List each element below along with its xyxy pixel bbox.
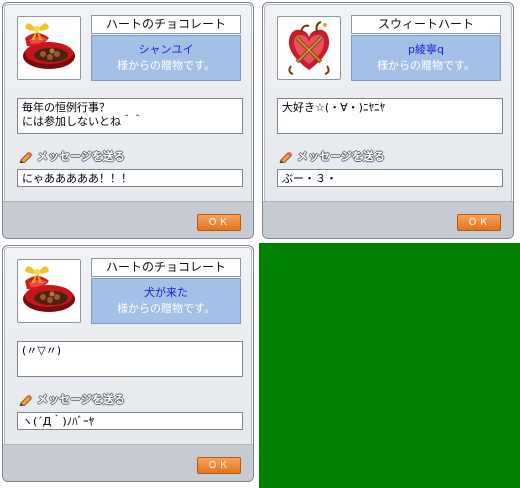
- sender-info: p綾寧q 様からの贈物です。: [351, 35, 501, 81]
- item-icon-frame: [17, 16, 81, 80]
- sender-name: 犬が来た: [144, 286, 188, 299]
- item-icon-frame: [277, 16, 341, 80]
- sweet-heart-box-icon: [281, 20, 337, 76]
- ok-button[interactable]: ＯＫ: [197, 214, 241, 231]
- gift-panel-2: スウィートハート p綾寧q 様からの贈物です。 大好き☆(・∀・)ﾆﾔﾆﾔ メッ…: [262, 2, 514, 239]
- reply-label: メッセージを送る: [279, 150, 385, 164]
- item-icon-frame: [17, 259, 81, 323]
- reply-label-text: メッセージを送る: [37, 393, 125, 406]
- from-text: 様からの贈物です。: [117, 302, 215, 315]
- item-name: ハートのチョコレート: [91, 258, 241, 277]
- sender-name: シャンユイ: [138, 43, 194, 56]
- pencil-icon: [279, 151, 293, 163]
- ok-button[interactable]: ＯＫ: [457, 214, 501, 231]
- reply-label-text: メッセージを送る: [297, 150, 385, 163]
- green-backdrop: [259, 243, 520, 488]
- reply-input[interactable]: [17, 412, 243, 430]
- sender-info: 犬が来た 様からの贈物です。: [91, 278, 241, 324]
- from-text: 様からの贈物です。: [377, 59, 475, 72]
- heart-chocolate-box-icon: [21, 20, 77, 76]
- reply-input[interactable]: [17, 169, 243, 187]
- gift-message: (〃▽〃): [17, 341, 243, 377]
- heart-chocolate-box-icon: [21, 263, 77, 319]
- reply-label: メッセージを送る: [19, 150, 125, 164]
- item-name: ハートのチョコレート: [91, 15, 241, 34]
- pencil-icon: [19, 394, 33, 406]
- sender-info: シャンユイ 様からの贈物です。: [91, 35, 241, 81]
- ok-button[interactable]: ＯＫ: [197, 457, 241, 474]
- gift-message: 毎年の恒例行事？ には参加しないとね＾＾: [17, 98, 243, 134]
- gift-panel-3: ハートのチョコレート 犬が来た 様からの贈物です。 (〃▽〃) メッセージを送る…: [2, 245, 254, 482]
- gift-panel-1: ハートのチョコレート シャンユイ 様からの贈物です。 毎年の恒例行事？ には参加…: [2, 2, 254, 239]
- from-text: 様からの贈物です。: [117, 59, 215, 72]
- reply-input[interactable]: [277, 169, 503, 187]
- reply-label: メッセージを送る: [19, 393, 125, 407]
- sender-name: p綾寧q: [408, 43, 444, 56]
- item-name: スウィートハート: [351, 15, 501, 34]
- reply-label-text: メッセージを送る: [37, 150, 125, 163]
- pencil-icon: [19, 151, 33, 163]
- gift-message: 大好き☆(・∀・)ﾆﾔﾆﾔ: [277, 98, 503, 134]
